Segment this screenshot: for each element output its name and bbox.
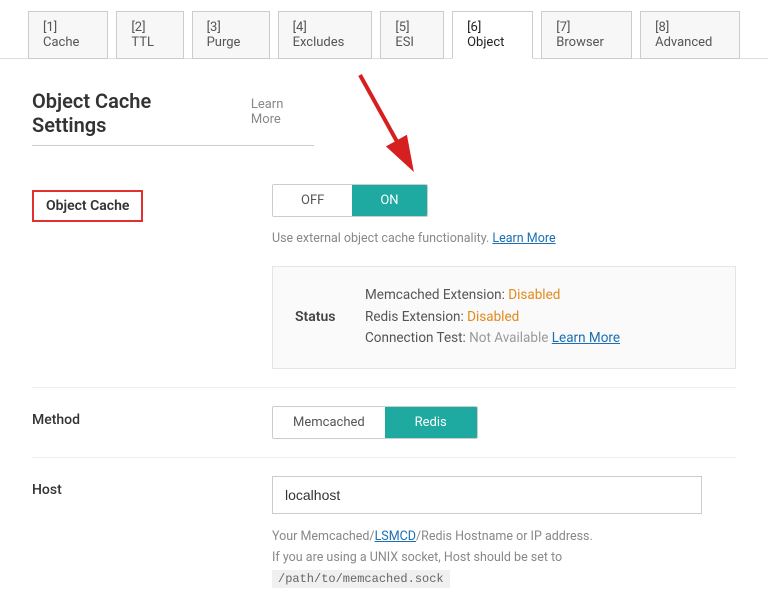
method-redis[interactable]: Redis [385,407,477,438]
host-hint-2: If you are using a UNIX socket, Host sho… [272,547,736,590]
tab-browser[interactable]: [7] Browser [541,11,632,59]
method-toggle: Memcached Redis [272,406,478,439]
tab-purge[interactable]: [3] Purge [192,11,270,59]
object-cache-toggle: OFF ON [272,184,428,217]
tab-advanced[interactable]: [8] Advanced [640,11,740,59]
tab-cache[interactable]: [1] Cache [28,11,108,59]
row-host: Host Your Memcached/LSMCD/Redis Hostname… [32,457,736,608]
status-box: Status Memcached Extension: Disabled Red… [272,266,736,369]
row-method: Method Memcached Redis [32,387,736,457]
learn-more-link[interactable]: Learn More [251,97,314,127]
status-learn-more[interactable]: Learn More [552,330,620,346]
tab-excludes[interactable]: [4] Excludes [278,11,373,59]
status-redis: Redis Extension: Disabled [365,307,620,329]
lsmcd-link[interactable]: LSMCD [375,529,416,544]
status-connection: Connection Test: Not Available Learn Mor… [365,328,620,350]
status-label: Status [295,309,365,325]
host-socket-path: /path/to/memcached.sock [272,570,450,588]
host-label: Host [32,476,272,498]
status-memcached: Memcached Extension: Disabled [365,285,620,307]
object-cache-learn-more[interactable]: Learn More [492,231,555,246]
method-memcached[interactable]: Memcached [273,407,385,438]
host-hint-1: Your Memcached/LSMCD/Redis Hostname or I… [272,526,736,547]
object-cache-label: Object Cache [32,190,143,222]
host-input[interactable] [272,476,702,514]
object-cache-on[interactable]: ON [352,185,426,216]
object-cache-off[interactable]: OFF [273,185,352,216]
method-label: Method [32,406,272,428]
tabs-nav: [1] Cache [2] TTL [3] Purge [4] Excludes… [0,0,768,59]
row-object-cache: Object Cache OFF ON Use external object … [32,180,736,387]
tab-object[interactable]: [6] Object [452,11,533,59]
object-cache-desc: Use external object cache functionality.… [272,231,736,246]
tab-esi[interactable]: [5] ESI [380,11,444,59]
tab-ttl[interactable]: [2] TTL [116,11,183,59]
page-title: Object Cache Settings [32,89,223,137]
